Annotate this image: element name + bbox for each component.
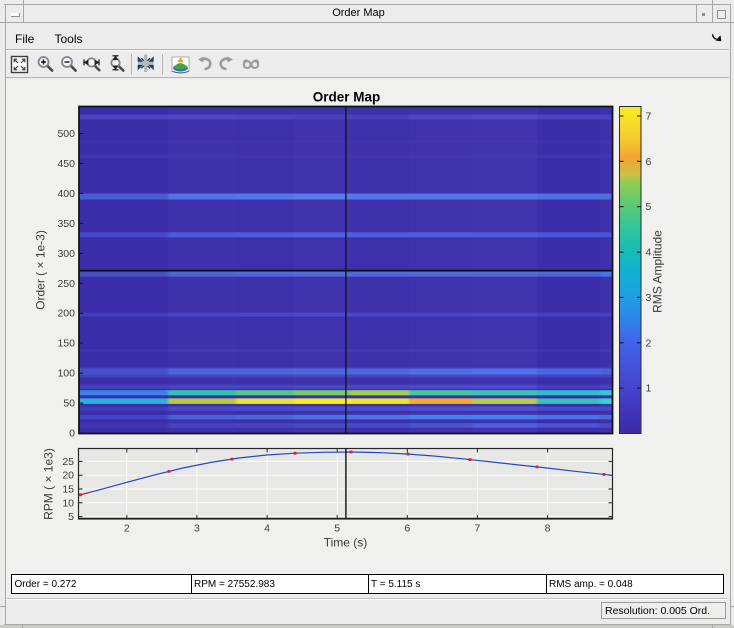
svg-text:2: 2 bbox=[124, 523, 130, 535]
svg-text:20: 20 bbox=[62, 470, 74, 482]
svg-text:10: 10 bbox=[62, 497, 74, 509]
svg-text:150: 150 bbox=[57, 338, 75, 350]
svg-text:Order ( × 1e-3): Order ( × 1e-3) bbox=[34, 230, 48, 310]
svg-text:Order Map: Order Map bbox=[313, 90, 381, 105]
svg-text:25: 25 bbox=[62, 456, 74, 468]
svg-text:500: 500 bbox=[57, 128, 75, 140]
svg-text:5: 5 bbox=[646, 201, 652, 213]
svg-text:400: 400 bbox=[57, 188, 75, 200]
svg-text:200: 200 bbox=[57, 308, 75, 320]
svg-text:4: 4 bbox=[264, 523, 270, 535]
svg-text:250: 250 bbox=[57, 278, 75, 290]
svg-text:450: 450 bbox=[57, 158, 75, 170]
svg-text:6: 6 bbox=[404, 523, 410, 535]
svg-text:50: 50 bbox=[63, 398, 75, 410]
svg-text:RMS Amplitude: RMS Amplitude bbox=[651, 230, 665, 313]
svg-text:Time (s): Time (s) bbox=[324, 536, 368, 550]
svg-text:15: 15 bbox=[62, 484, 74, 496]
svg-text:100: 100 bbox=[57, 368, 75, 380]
svg-text:7: 7 bbox=[474, 523, 480, 535]
svg-text:0: 0 bbox=[69, 428, 75, 440]
svg-text:7: 7 bbox=[646, 111, 652, 123]
svg-text:5: 5 bbox=[334, 523, 340, 535]
svg-text:RPM ( × 1e3): RPM ( × 1e3) bbox=[42, 448, 56, 520]
svg-text:300: 300 bbox=[57, 248, 75, 260]
svg-text:3: 3 bbox=[194, 523, 200, 535]
svg-text:5: 5 bbox=[68, 511, 74, 523]
svg-text:6: 6 bbox=[646, 156, 652, 168]
svg-text:2: 2 bbox=[646, 337, 652, 349]
svg-text:8: 8 bbox=[545, 523, 551, 535]
svg-text:1: 1 bbox=[646, 383, 652, 395]
svg-text:350: 350 bbox=[57, 218, 75, 230]
